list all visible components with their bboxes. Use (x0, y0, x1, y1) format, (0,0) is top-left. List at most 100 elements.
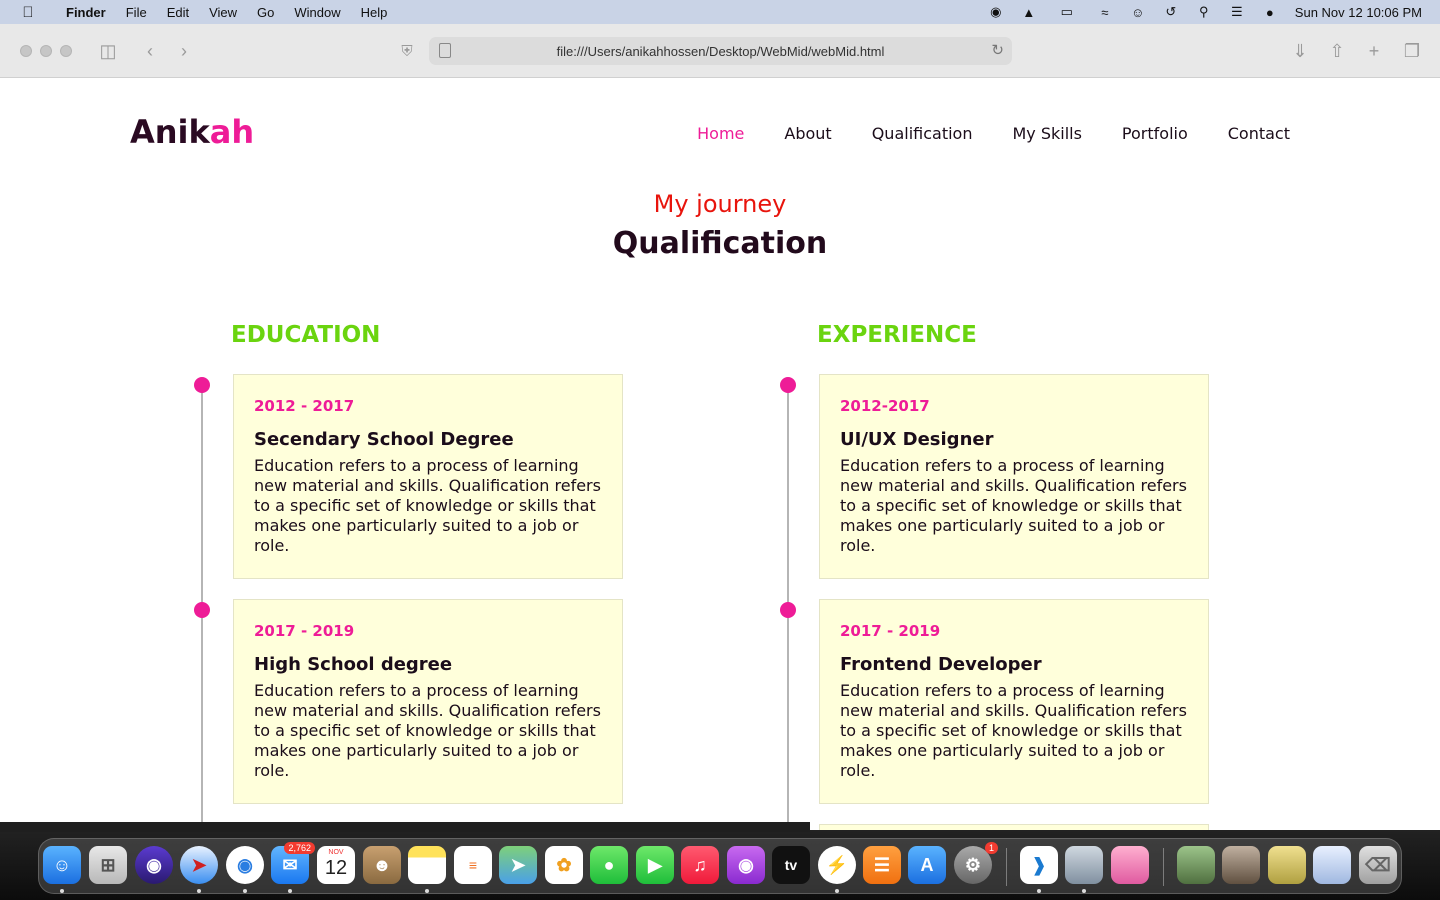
siri-icon[interactable]: ● (1262, 4, 1278, 20)
menu-app-name[interactable]: Finder (56, 5, 116, 20)
url-text[interactable]: file:///Users/anikahhossen/Desktop/WebMi… (557, 44, 885, 59)
time-machine-icon[interactable]: ↺ (1163, 4, 1179, 20)
calendar-app-icon[interactable]: NOV 12 (317, 846, 355, 884)
downloads-folder-icon[interactable] (1313, 846, 1351, 884)
recent-image-thumbnail[interactable] (1268, 846, 1306, 884)
battery-icon[interactable]: ▭ (1054, 4, 1080, 20)
browser-toolbar: ◫ ‹ › ⛨ file:///Users/anikahhossen/Deskt… (0, 24, 1440, 78)
dock-separator (1163, 848, 1164, 886)
running-indicator (835, 889, 839, 893)
new-tab-plus-icon[interactable]: + (1362, 39, 1386, 63)
launchpad-app-icon[interactable]: ⊞ (89, 846, 127, 884)
finder-app-icon[interactable]: ☺ (43, 846, 81, 884)
calendar-month: NOV (328, 849, 344, 856)
timeline-dot (194, 602, 210, 618)
section-title: Qualification (612, 226, 828, 261)
vscode-status-bar (0, 822, 810, 832)
wifi-icon[interactable]: ≈ (1097, 4, 1113, 20)
card-years: 2012 - 2017 (254, 397, 355, 415)
chrome-app-icon[interactable]: ◉ (226, 846, 264, 884)
education-card: 2012 - 2017 Secendary School Degree Educ… (233, 374, 623, 579)
tab-overview-icon[interactable]: ❐ (1400, 39, 1424, 63)
mail-app-icon[interactable]: ✉ 2,762 (271, 842, 315, 884)
nav-contact[interactable]: Contact (1228, 124, 1290, 143)
messenger-app-icon[interactable]: ⚡ (818, 846, 856, 884)
logo-main: Anik (130, 113, 210, 151)
contacts-app-icon[interactable]: ☻ (363, 846, 401, 884)
share-icon[interactable]: ⇧ (1325, 39, 1349, 63)
window-minimize-button[interactable] (40, 45, 52, 57)
user-switch-icon[interactable]: ☺ (1130, 4, 1146, 20)
experience-heading: EXPERIENCE (817, 322, 977, 348)
sidebar-toggle-icon[interactable]: ◫ (96, 39, 120, 63)
preview-app-icon[interactable] (1065, 846, 1103, 884)
forward-arrow-icon[interactable]: › (172, 39, 196, 63)
card-years: 2012-2017 (840, 397, 930, 415)
menu-clock[interactable]: Sun Nov 12 10:06 PM (1295, 5, 1422, 20)
nav-portfolio[interactable]: Portfolio (1122, 124, 1188, 143)
menu-go[interactable]: Go (247, 5, 284, 20)
card-years: 2017 - 2019 (254, 622, 355, 640)
back-arrow-icon[interactable]: ‹ (138, 39, 162, 63)
trash-icon[interactable]: ⌫ (1359, 846, 1397, 884)
nav-my-skills[interactable]: My Skills (1012, 124, 1081, 143)
tv-label: tv (784, 857, 798, 873)
safari-app-icon[interactable]: ➤ (180, 846, 218, 884)
running-indicator (197, 889, 201, 893)
menu-window[interactable]: Window (284, 5, 350, 20)
notes-app-icon[interactable] (408, 846, 446, 884)
menu-view[interactable]: View (199, 5, 247, 20)
siri-app-icon[interactable]: ◉ (135, 846, 173, 884)
spotlight-search-icon[interactable]: ⚲ (1196, 4, 1212, 20)
reload-icon[interactable]: ↻ (991, 41, 1004, 59)
grammarly-icon[interactable]: ◉ (988, 4, 1004, 20)
photos-app-icon[interactable]: ✿ (545, 846, 583, 884)
education-heading: EDUCATION (231, 322, 381, 348)
recent-photo-thumbnail[interactable] (1222, 846, 1260, 884)
notification-bell-icon[interactable]: ▲ (1021, 4, 1037, 20)
experience-card: 2017 - 2019 Frontend Developer Education… (819, 599, 1209, 804)
system-settings-icon[interactable]: ⚙ 1 (954, 842, 998, 884)
menu-help[interactable]: Help (351, 5, 398, 20)
timeline-dot (780, 602, 796, 618)
apple-icon[interactable]:  (0, 4, 56, 21)
card-description: Education refers to a process of learnin… (254, 456, 601, 555)
privacy-shield-icon[interactable]: ⛨ (395, 39, 419, 63)
web-page: Anikah Home About Qualification My Skill… (0, 78, 1440, 830)
downloads-icon[interactable]: ⇓ (1288, 39, 1312, 63)
card-description: Education refers to a process of learnin… (840, 456, 1187, 555)
nav-about[interactable]: About (784, 124, 831, 143)
reminders-app-icon[interactable]: ≡ (454, 846, 492, 884)
app-store-icon[interactable]: A (908, 846, 946, 884)
control-center-icon[interactable]: ☰ (1229, 4, 1245, 20)
menu-edit[interactable]: Edit (157, 5, 199, 20)
window-zoom-button[interactable] (60, 45, 72, 57)
books-app-icon[interactable]: ☰ (863, 846, 901, 884)
card-title: UI/UX Designer (840, 429, 994, 450)
podcasts-app-icon[interactable]: ◉ (727, 846, 765, 884)
timeline-dot (194, 377, 210, 393)
maps-app-icon[interactable]: ➤ (499, 846, 537, 884)
site-nav: Home About Qualification My Skills Portf… (697, 124, 1290, 143)
address-bar[interactable]: file:///Users/anikahhossen/Desktop/WebMi… (429, 37, 1012, 65)
nav-home[interactable]: Home (697, 124, 744, 143)
nav-qualification[interactable]: Qualification (872, 124, 973, 143)
running-indicator (425, 889, 429, 893)
site-logo[interactable]: Anikah (130, 113, 254, 151)
page-icon (439, 43, 451, 58)
running-indicator (288, 889, 292, 893)
music-app-icon[interactable]: ♫ (681, 846, 719, 884)
messages-app-icon[interactable]: ● (590, 846, 628, 884)
settings-badge: 1 (984, 842, 998, 854)
card-title: High School degree (254, 654, 453, 675)
facetime-app-icon[interactable]: ▶ (636, 846, 674, 884)
vscode-app-icon[interactable]: ❱ (1020, 846, 1058, 884)
timeline-dot (780, 377, 796, 393)
recent-photo-thumbnail[interactable] (1177, 846, 1215, 884)
menu-file[interactable]: File (116, 5, 157, 20)
pink-app-icon[interactable] (1111, 846, 1149, 884)
apple-tv-app-icon[interactable]: tv (772, 846, 810, 884)
card-description: Education refers to a process of learnin… (840, 681, 1187, 780)
education-card: 2017 - 2019 High School degree Education… (233, 599, 623, 804)
window-close-button[interactable] (20, 45, 32, 57)
